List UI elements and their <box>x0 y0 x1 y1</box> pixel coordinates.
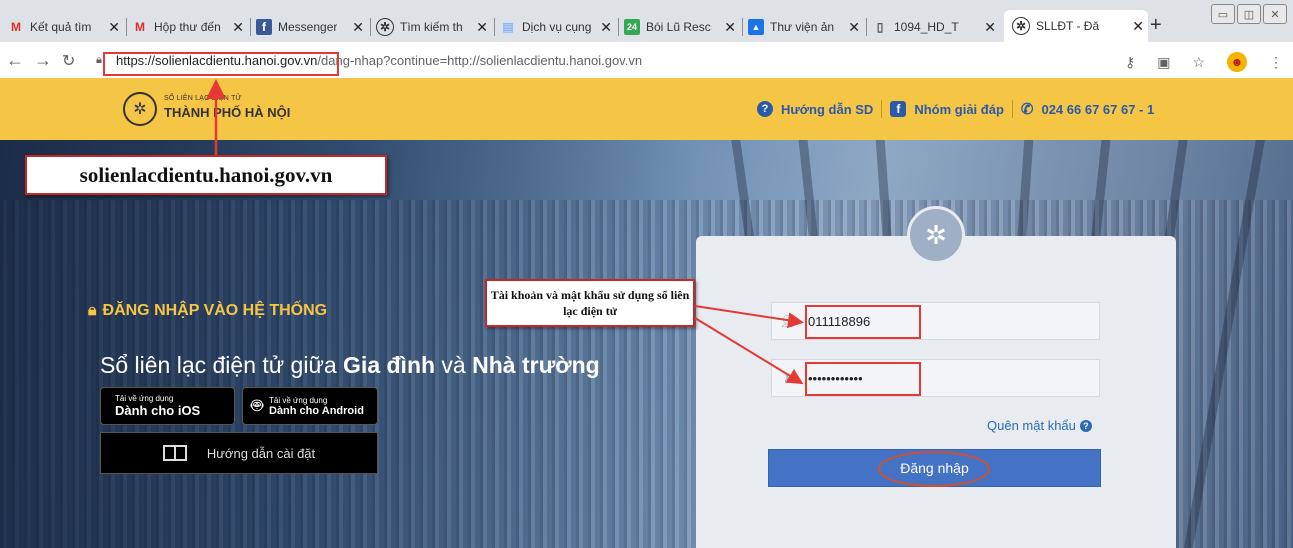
tab-title: SLLĐT - Đă <box>1036 19 1100 33</box>
username-highlight-box <box>805 305 921 339</box>
close-tab-icon[interactable]: ✕ <box>848 19 860 36</box>
hanoi-emblem-icon[interactable]: ✲ <box>123 92 157 126</box>
image-library-icon: ▲ <box>748 19 764 35</box>
close-tab-icon[interactable]: ✕ <box>984 19 996 36</box>
logo-title[interactable]: THÀNH PHỐ HÀ NỘI <box>164 105 290 120</box>
file-icon: ▯ <box>876 20 884 34</box>
app-24-icon: 24 <box>624 19 640 35</box>
key-icon: ⚷ <box>782 371 792 385</box>
close-tab-icon[interactable]: ✕ <box>600 19 612 36</box>
translate-icon[interactable]: ▣ <box>1157 54 1170 71</box>
forward-icon[interactable]: → <box>34 50 52 71</box>
tab-search[interactable]: ✲ Tìm kiếm th ✕ <box>376 14 492 40</box>
help-icon: ? <box>757 101 773 117</box>
maximize-icon[interactable]: ◫ <box>1237 4 1261 24</box>
tab-gmail-search[interactable]: M Kết quả tìm ✕ <box>8 14 124 40</box>
forgot-password-link[interactable]: Quên mật khẩu ? <box>987 418 1092 433</box>
hanoi-emblem-icon: ✲ <box>1012 17 1030 35</box>
gmail-icon: M <box>11 20 21 34</box>
hanoi-emblem-icon: ✲ <box>907 206 965 264</box>
android-icon: 🤖︎ <box>251 395 263 417</box>
site-url-annotation: solienlacdientu.hanoi.gov.vn <box>25 155 387 195</box>
close-tab-icon[interactable]: ✕ <box>1132 18 1144 35</box>
close-tab-icon[interactable]: ✕ <box>724 19 736 36</box>
login-heading: 🔒︎ ĐĂNG NHẬP VÀO HỆ THỐNG <box>88 302 327 320</box>
phone-icon: ✆ <box>1020 101 1034 118</box>
url-path: /dang-nhap?continue=http://solienlacdien… <box>317 52 643 68</box>
close-tab-icon[interactable]: ✕ <box>232 19 244 36</box>
gmail-icon: M <box>135 20 145 34</box>
tab-title: Tìm kiếm th <box>400 20 463 34</box>
question-icon: ? <box>1079 419 1092 432</box>
login-button-highlight <box>878 451 990 487</box>
window-controls: ▭ ◫ ✕ <box>1211 4 1287 24</box>
logo-subtitle: SỔ LIÊN LẠC ĐIỆN TỬ <box>164 95 242 102</box>
password-highlight-box <box>805 362 921 396</box>
tab-title: Hộp thư đến <box>154 20 221 34</box>
header-links: ? Hướng dẫn SD f Nhóm giải đáp ✆ 024 66 … <box>757 100 1154 118</box>
key-icon[interactable]: ⚷ <box>1125 54 1135 71</box>
close-window-icon[interactable]: ✕ <box>1263 4 1287 24</box>
star-icon[interactable]: ☆ <box>1192 54 1205 71</box>
document-icon: ▤ <box>502 20 514 34</box>
tab-title: Messenger <box>278 20 338 34</box>
hotline-number: 024 66 67 67 67 - 1 <box>1041 101 1155 117</box>
minimize-icon[interactable]: ▭ <box>1211 4 1235 24</box>
tab-title: Bói Lũ Resc <box>646 20 711 34</box>
profile-avatar-icon[interactable]: ☻ <box>1227 52 1247 72</box>
tab-sllдt-active[interactable]: ✲ SLLĐT - Đă ✕ <box>1004 10 1148 42</box>
facebook-icon: f <box>890 101 907 117</box>
site-header: ✲ SỔ LIÊN LẠC ĐIỆN TỬ THÀNH PHỐ HÀ NỘI ?… <box>0 78 1293 140</box>
tab-gmail-inbox[interactable]: M Hộp thư đến ✕ <box>132 14 248 40</box>
browser-toolbar-icons: ⚷ ▣ ☆ ☻ ⋮ <box>1125 52 1283 72</box>
tab-image-library[interactable]: ▲ Thư viện ản ✕ <box>748 14 864 40</box>
tab-title: 1094_HD_T <box>894 20 959 34</box>
close-tab-icon[interactable]: ✕ <box>108 19 120 36</box>
forgot-password-label: Quên mật khẩu <box>987 418 1076 433</box>
tagline: Sổ liên lạc điện tử giữa Gia đình và Nhà… <box>100 352 600 378</box>
install-guide-button[interactable]: Hướng dẫn cài đặt <box>100 432 378 474</box>
back-icon[interactable]: ← <box>6 50 24 71</box>
tab-document[interactable]: ▯ 1094_HD_T ✕ <box>872 14 1000 40</box>
tab-messenger[interactable]: f Messenger ✕ <box>256 14 368 40</box>
ios-download-button[interactable]: Tải về ứng dụng Dành cho iOS <box>100 387 235 425</box>
install-guide-label: Hướng dẫn cài đặt <box>206 445 316 461</box>
reload-icon[interactable]: ↻ <box>62 51 75 71</box>
tab-boi-lu[interactable]: 24 Bói Lũ Resc ✕ <box>624 14 740 40</box>
login-heading-text: ĐĂNG NHẬP VÀO HỆ THỐNG <box>102 302 328 319</box>
book-icon <box>162 445 187 461</box>
android-download-button[interactable]: 🤖︎ Tải về ứng dụng Dành cho Android <box>242 387 378 425</box>
lock-icon: 🔒︎ <box>88 302 97 319</box>
url-highlight-box <box>103 52 339 76</box>
account-note-annotation: Tài khoản và mật khẩu sử dụng sổ liên lạ… <box>485 279 695 327</box>
menu-icon[interactable]: ⋮ <box>1269 54 1283 71</box>
tab-title: Kết quả tìm <box>30 20 92 34</box>
tab-public-service[interactable]: ▤ Dịch vụ cụng ✕ <box>500 14 616 40</box>
new-tab-button[interactable]: + <box>1150 14 1162 37</box>
tab-title: Dịch vụ cụng <box>522 20 592 34</box>
user-icon: 👤︎ <box>779 314 795 328</box>
hanoi-emblem-icon: ✲ <box>376 18 394 36</box>
group-link[interactable]: Nhóm giải đáp <box>914 102 1004 117</box>
close-tab-icon[interactable]: ✕ <box>476 19 488 36</box>
close-tab-icon[interactable]: ✕ <box>352 19 364 36</box>
browser-tab-bar: M Kết quả tìm ✕ M Hộp thư đến ✕ f Messen… <box>0 0 1293 42</box>
guide-link[interactable]: Hướng dẫn SD <box>781 102 873 117</box>
tab-title: Thư viện ản <box>770 20 835 34</box>
facebook-icon: f <box>256 19 272 35</box>
